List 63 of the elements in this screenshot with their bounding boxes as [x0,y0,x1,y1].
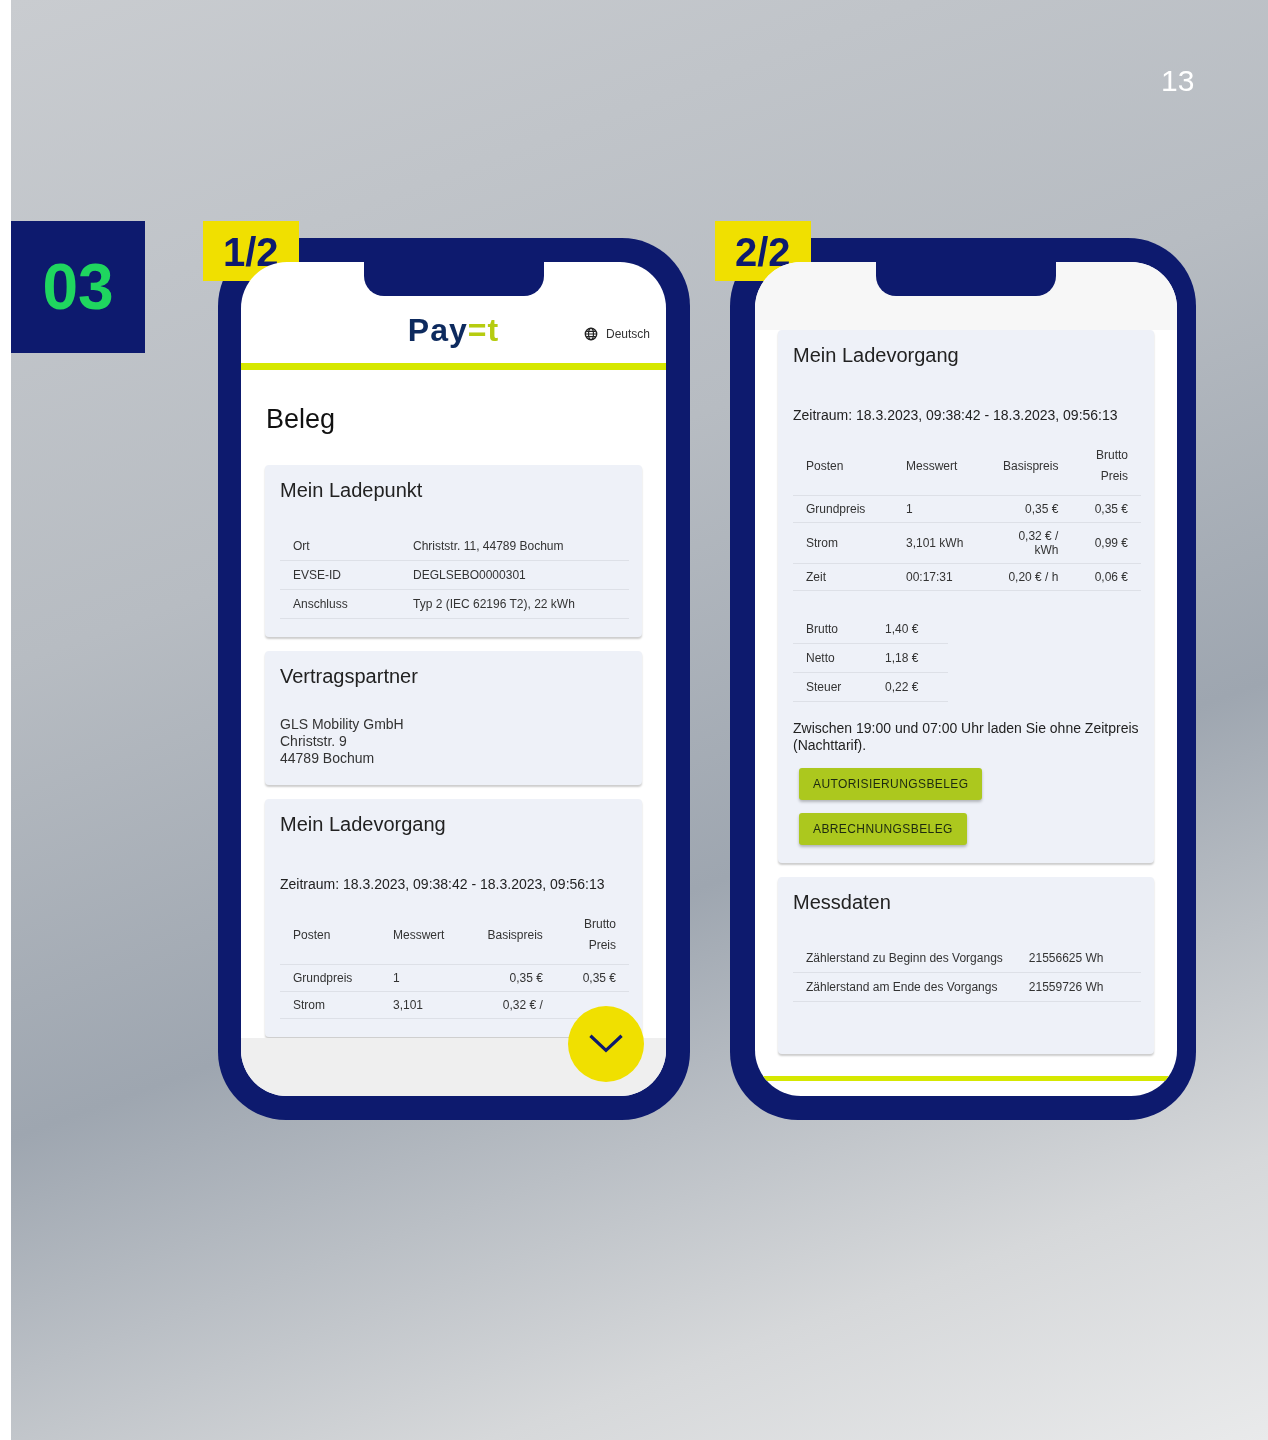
table-cell: 3,101 [380,991,466,1019]
period-text: Zeitraum: 18.3.2023, 09:38:42 - 18.3.2023, 09:56:13 [793,407,1119,423]
address-line: GLS Mobility GmbH [280,716,405,733]
column-header: Basispreis [980,437,1072,496]
table-cell: 0,35 € [465,964,556,992]
table-cell: Zählerstand zu Beginn des Vorgangs [793,944,1016,973]
table-cell: 0,32 € / [465,991,556,1019]
table-cell: 0,06 € [1071,563,1141,591]
address-line: 44789 Bochum [280,750,376,767]
table-cell: 1,40 € [872,615,948,644]
column-header: Messwert [380,906,466,965]
receipt-button[interactable]: ABRECHNUNGSBELEG [799,813,967,845]
table-cell: Strom [280,991,380,1019]
language-button[interactable]: Deutsch [583,327,650,341]
table-cell: Ort [280,532,400,561]
globe-icon [583,327,598,341]
logo: Pay=t [407,312,500,349]
table-cell: Steuer [793,672,873,702]
card-title: Vertragspartner [280,665,419,688]
table-cell: Zählerstand am Ende des Vorgangs [793,972,1016,1002]
table-cell: 0,99 € [1071,522,1141,564]
table-cell: Typ 2 (IEC 62196 T2), 22 kWh [400,589,629,619]
card-title: Mein Ladevorgang [280,813,447,836]
table-cell: 0,32 € / kWh [980,522,1072,564]
chevron-down-icon [587,1033,625,1055]
table-cell: 00:17:31 [893,563,981,591]
address-line: Christstr. 9 [280,733,348,750]
table-cell: 1,18 € [872,643,948,673]
table-cell: Anschluss [280,589,400,619]
page-number: 13 [1161,64,1195,98]
table-cell: 1 [380,964,466,992]
table-cell: 1 [893,495,981,523]
table-cell: Netto [793,643,873,673]
table-cell: 0,35 € [980,495,1072,523]
page-title: Beleg [266,404,337,435]
column-header: Basispreis [465,906,556,965]
table-cell: 0,22 € [872,672,948,702]
column-header: Brutto Preis [555,906,629,965]
note-text: Zwischen 19:00 und 07:00 Uhr laden Sie ohne Zeitpreis (Nachttarif). [793,720,1140,754]
table-cell: Strom [793,522,893,564]
table-cell: 21559726 Wh [1015,972,1141,1002]
table-cell: DEGLSEBO0000301 [400,560,629,590]
table-cell: 3,101 kWh [893,522,981,564]
period-text: Zeitraum: 18.3.2023, 09:38:42 - 18.3.2023, 09:56:13 [280,876,606,892]
table-cell: Brutto [793,615,873,644]
table-cell: Christstr. 11, 44789 Bochum [400,532,629,561]
table-cell: 0,35 € [1071,495,1141,523]
column-header: Posten [793,437,893,496]
table-cell: EVSE-ID [280,560,400,590]
card-title: Mein Ladepunkt [280,479,424,502]
card-title: Messdaten [793,891,892,914]
table-cell: Grundpreis [793,495,893,523]
table-cell: 0,20 € / h [980,563,1072,591]
table-cell: Zeit [793,563,893,591]
table-cell: 0,35 € [555,964,629,992]
table-cell: Grundpreis [280,964,380,992]
table-cell: 21556625 Wh [1015,944,1141,973]
column-header: Posten [280,906,380,965]
receipt-button[interactable]: AUTORISIERUNGSBELEG [799,768,983,800]
column-header: Brutto Preis [1071,437,1141,496]
card-title: Mein Ladevorgang [793,344,960,367]
column-header: Messwert [893,437,981,496]
section-badge: 03 [11,221,145,353]
